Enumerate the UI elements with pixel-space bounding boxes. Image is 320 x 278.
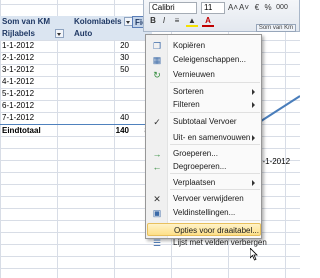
menu-item[interactable]: → Groeperen... (147, 147, 261, 160)
mouse-cursor-icon (250, 248, 258, 261)
pivot-total-row: Eindtotaal 140 8 (0, 124, 152, 136)
menu-item[interactable]: Opties voor draaitabel... (147, 223, 261, 236)
copy-icon: ❐ (152, 41, 162, 51)
checkmark-icon: ✓ (153, 117, 161, 127)
row-date-cell[interactable]: 5-1-2012 (0, 88, 72, 100)
menu-item[interactable]: ▣ Veldinstellingen... (147, 206, 261, 219)
pivot-data-row: 7-1-2012 40 (0, 112, 152, 124)
row-auto-cell[interactable]: 30 (72, 52, 132, 64)
column-labels-text: Kolomlabels (74, 17, 122, 26)
row-labels-cell[interactable]: Rijlabels (0, 28, 72, 40)
menu-item-label: Uit- en samenvouwen (173, 133, 251, 142)
refresh-icon: ↻ (153, 70, 161, 80)
menu-separator (170, 220, 260, 221)
menu-separator (170, 82, 260, 83)
submenu-arrow-icon (252, 135, 255, 141)
menu-item[interactable]: ↻ Vernieuwen (147, 68, 261, 81)
menu-item[interactable]: Filteren (147, 98, 261, 111)
menu-item-label: Filteren (173, 100, 200, 109)
pivot-data-row: 3-1-2012 50 (0, 64, 152, 76)
group-icon: → (152, 149, 162, 159)
row-auto-cell[interactable] (72, 76, 132, 88)
row-auto-cell[interactable]: 40 (72, 112, 132, 124)
currency-button[interactable]: € (252, 2, 262, 14)
values-label-cell[interactable]: Som van KM (0, 16, 72, 28)
menu-item-label: Celeigenschappen... (173, 55, 246, 64)
menu-item[interactable]: Uit- en samenvouwen (147, 131, 261, 144)
percent-button[interactable]: % (263, 2, 273, 14)
column-labels-cell[interactable]: Kolomlabels (72, 16, 132, 28)
menu-separator (170, 144, 260, 145)
mini-toolbar: Calibri 11 A˄ A˅ € % 000 B I ≡ ▲ A Som v… (143, 0, 300, 32)
menu-item[interactable]: ❐ Kopiëren (147, 39, 261, 52)
row-auto-cell[interactable]: 50 (72, 64, 132, 76)
row-date-cell[interactable]: 1-1-2012 (0, 40, 72, 52)
pivot-data-row: 5-1-2012 (0, 88, 152, 100)
total-auto[interactable]: 140 (72, 125, 132, 137)
pivot-data-row: 6-1-2012 (0, 100, 152, 112)
pivot-subheader-row: Rijlabels Auto (0, 28, 152, 40)
font-name-select[interactable]: Calibri (149, 2, 197, 14)
menu-item[interactable]: Verplaatsen (147, 176, 261, 189)
align-button[interactable]: ≡ (172, 15, 182, 27)
thousands-button[interactable]: 000 (274, 2, 290, 14)
submenu-arrow-icon (252, 89, 255, 95)
fill-color-button[interactable]: ▲ (186, 15, 198, 27)
toolbar-tooltip: Som van Km (256, 24, 296, 32)
row-date-cell[interactable]: 2-1-2012 (0, 52, 72, 64)
pivot-table: Som van KM Kolomlabels Fiets Rijlabels A… (0, 16, 152, 136)
submenu-arrow-icon (252, 180, 255, 186)
chart-series-line (258, 95, 300, 124)
font-size-select[interactable]: 11 (201, 2, 225, 14)
menu-item-label: Vernieuwen (173, 70, 215, 79)
menu-item[interactable]: Sorteren (147, 85, 261, 98)
grow-font-button[interactable]: A˄ (228, 2, 238, 14)
row-auto-cell[interactable] (72, 100, 132, 112)
submenu-arrow-icon (252, 102, 255, 108)
total-label[interactable]: Eindtotaal (0, 125, 72, 137)
col-auto-header[interactable]: Auto (72, 28, 132, 40)
menu-item-label: Veldinstellingen... (173, 208, 236, 217)
font-color-button[interactable]: A (202, 15, 214, 27)
italic-button[interactable]: I (159, 15, 169, 27)
row-auto-cell[interactable] (72, 88, 132, 100)
field-list-icon: ☰ (152, 238, 162, 248)
row-date-cell[interactable]: 4-1-2012 (0, 76, 72, 88)
menu-item[interactable]: ☰ Lijst met velden verbergen (147, 236, 267, 249)
menu-separator (170, 112, 260, 113)
row-auto-cell[interactable]: 20 (72, 40, 132, 52)
column-labels-dropdown-icon[interactable] (123, 17, 132, 27)
menu-item[interactable]: ← Degroeperen... (147, 160, 261, 173)
fill-color-icon: ▲ (188, 16, 196, 25)
menu-item[interactable]: ✕ Vervoer verwijderen (147, 192, 261, 205)
menu-item-label: Degroeperen... (173, 162, 227, 171)
menu-item-label: Groeperen... (173, 149, 218, 158)
pivot-data-row: 1-1-2012201 (0, 40, 152, 52)
menu-item-label: Verplaatsen (173, 178, 216, 187)
pivot-data-row: 2-1-2012 30 (0, 52, 152, 64)
menu-separator (170, 189, 260, 190)
menu-item-label: Subtotaal Vervoer (173, 117, 237, 126)
bold-button[interactable]: B (148, 15, 158, 27)
menu-item-label: Vervoer verwijderen (173, 194, 244, 203)
context-menu: ❐ Kopiëren ▦ Celeigenschappen... ↻ Vernieuwen… (145, 34, 267, 248)
row-labels-text: Rijlabels (2, 29, 35, 38)
chart-axis-label: 1-1-2012 (258, 157, 291, 166)
menu-item[interactable]: ✓ Subtotaal Vervoer (147, 115, 261, 128)
row-date-cell[interactable]: 6-1-2012 (0, 100, 72, 112)
shrink-font-button[interactable]: A˅ (239, 2, 249, 14)
menu-item-label: Kopiëren (173, 41, 206, 50)
menu-item[interactable]: ▦ Celeigenschappen... (147, 53, 261, 66)
row-labels-dropdown-icon[interactable] (54, 29, 64, 39)
pivot-data-row: 4-1-2012 (0, 76, 152, 88)
field-settings-icon: ▣ (152, 208, 162, 218)
ungroup-icon: ← (152, 162, 162, 172)
delete-x-icon: ✕ (153, 194, 161, 204)
menu-separator (170, 173, 260, 174)
menu-item-label: Sorteren (173, 87, 204, 96)
format-cells-icon: ▦ (152, 55, 162, 65)
pivot-header-row: Som van KM Kolomlabels Fiets (0, 16, 152, 28)
row-date-cell[interactable]: 3-1-2012 (0, 64, 72, 76)
row-date-cell[interactable]: 7-1-2012 (0, 112, 72, 124)
